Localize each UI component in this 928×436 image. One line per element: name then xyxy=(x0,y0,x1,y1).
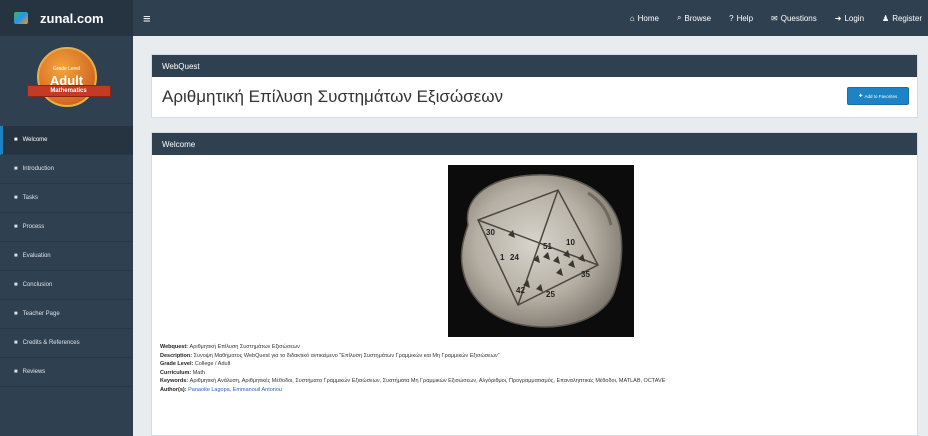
sidebar-item-credits[interactable]: ■ Credits & References xyxy=(0,329,133,358)
svg-text:24: 24 xyxy=(510,253,519,262)
grade-level-badge: Grade Level Adult Mathematics xyxy=(26,47,111,107)
nav-home-label: Home xyxy=(637,13,659,23)
add-to-favorites-label: Add to Favorites xyxy=(864,93,898,99)
brand[interactable]: zunal.com xyxy=(0,0,133,36)
bars-icon: ■ xyxy=(14,311,18,317)
clay-tablet-illustration: 30 1 24 51 10 42 25 35 xyxy=(460,174,623,328)
sidebar-item-teacher-page[interactable]: ■ Teacher Page xyxy=(0,300,133,329)
meta-label: Grade Level: xyxy=(160,361,194,367)
nav-register-link[interactable]: ♟ Register xyxy=(882,14,922,23)
badge-top-text: Grade Level xyxy=(52,66,81,72)
grade-badge-area: Grade Level Adult Mathematics xyxy=(0,36,133,118)
sidebar-item-label: Reviews xyxy=(22,369,46,375)
zunal-logo-icon xyxy=(14,12,28,24)
sidebar-item-process[interactable]: ■ Process xyxy=(0,213,133,242)
bars-icon: ■ xyxy=(14,253,18,259)
svg-text:51: 51 xyxy=(543,242,552,251)
meta-value: Αριθμητική Επίλυση Συστημάτων Εξισώσεων xyxy=(189,344,300,350)
sidebar-item-reviews[interactable]: ■ Reviews xyxy=(0,358,133,387)
comments-icon: ✉ xyxy=(771,13,778,23)
meta-value: Συνοψη Μαθήματος WebQuest για το διδακτι… xyxy=(193,352,500,359)
webquest-panel: WebQuest Αριθμητική Επίλυση Συστημάτων Ε… xyxy=(151,54,918,118)
meta-label: Author(s): xyxy=(160,386,187,393)
tablet-image: 30 1 24 51 10 42 25 35 xyxy=(448,165,634,337)
meta-label: Description: xyxy=(160,352,193,359)
badge-ribbon: Mathematics xyxy=(26,85,111,97)
plus-icon: ✚ xyxy=(858,93,863,98)
meta-grade-row: Grade Level: College / Adult xyxy=(160,360,900,369)
meta-authors-row: Author(s): Panaoite Lagopa, Emmanouil An… xyxy=(160,386,900,395)
nav-questions-link[interactable]: ✉ Questions xyxy=(771,14,817,23)
search-icon: ⌕ xyxy=(676,13,682,22)
svg-text:25: 25 xyxy=(546,290,555,299)
sidebar-item-welcome[interactable]: ■ Welcome xyxy=(0,126,133,155)
nav-help-label: Help xyxy=(736,13,754,23)
bars-icon: ■ xyxy=(14,340,18,346)
webquest-meta: Webquest: Αριθμητική Επίλυση Συστημάτων … xyxy=(160,343,900,394)
top-navbar: zunal.com ≡ ⌂ Home ⌕ Browse ? Help ✉ Questio… xyxy=(0,0,928,36)
meta-webquest-row: Webquest: Αριθμητική Επίλυση Συστημάτων … xyxy=(160,343,900,352)
bars-icon: ■ xyxy=(14,282,18,288)
nav-login-link[interactable]: ➜ Login xyxy=(835,14,864,23)
menu-toggle-icon[interactable]: ≡ xyxy=(143,11,151,26)
svg-text:35: 35 xyxy=(581,270,590,279)
bars-icon: ■ xyxy=(14,137,18,143)
page-title: Αριθμητική Επίλυση Συστημάτων Εξισώσεων xyxy=(162,87,503,106)
panel-body: Αριθμητική Επίλυση Συστημάτων Εξισώσεων … xyxy=(152,77,917,117)
sidebar-item-conclusion[interactable]: ■ Conclusion xyxy=(0,271,133,300)
panel-header: Welcome xyxy=(152,133,917,155)
sidebar-item-label: Teacher Page xyxy=(22,311,60,317)
sidebar-item-introduction[interactable]: ■ Introduction xyxy=(0,155,133,184)
sidebar-item-label: Conclusion xyxy=(22,282,53,288)
welcome-panel: Welcome 30 1 24 51 10 42 25 35 Webquest:… xyxy=(151,132,918,436)
sidebar-item-label: Introduction xyxy=(22,166,54,172)
nav-help-link[interactable]: ? Help xyxy=(729,14,753,23)
meta-keywords-row: Keywords: Αριθμητική Ανάλυση, Αριθμητικέ… xyxy=(160,377,900,386)
meta-value: Math xyxy=(192,369,205,376)
meta-value: Αριθμητική Ανάλυση, Αριθμητικές Μέθοδοι,… xyxy=(189,378,666,384)
svg-text:10: 10 xyxy=(566,238,575,247)
bars-icon: ■ xyxy=(14,195,18,201)
sidebar-item-tasks[interactable]: ■ Tasks xyxy=(0,184,133,213)
bars-icon: ■ xyxy=(14,369,18,375)
nav-browse-link[interactable]: ⌕ Browse xyxy=(677,13,711,23)
login-icon: ➜ xyxy=(834,13,842,23)
authors-link[interactable]: Panaoite Lagopa, Emmanouil Antonou xyxy=(188,387,282,393)
add-to-favorites-button[interactable]: ✚ Add to Favorites xyxy=(847,87,909,105)
nav-browse-label: Browse xyxy=(684,13,712,23)
bars-icon: ■ xyxy=(14,224,18,230)
nav-login-label: Login xyxy=(844,13,865,23)
help-icon: ? xyxy=(729,13,734,23)
sidebar: Grade Level Adult Mathematics ■ Welcome ■… xyxy=(0,36,133,436)
sidebar-item-label: Evaluation xyxy=(22,253,51,259)
bars-icon: ■ xyxy=(14,166,18,172)
brand-name: zunal.com xyxy=(40,10,104,26)
home-icon: ⌂ xyxy=(629,13,635,23)
sidebar-item-evaluation[interactable]: ■ Evaluation xyxy=(0,242,133,271)
meta-curriculum-row: Curriculum: Math xyxy=(160,369,900,378)
nav-home-link[interactable]: ⌂ Home xyxy=(630,14,659,23)
svg-text:1: 1 xyxy=(500,253,505,262)
nav-register-label: Register xyxy=(892,13,922,23)
register-icon: ♟ xyxy=(882,13,890,23)
nav-questions-label: Questions xyxy=(780,13,817,23)
sidebar-nav: ■ Welcome ■ Introduction ■ Tasks ■ Process ■… xyxy=(0,126,133,387)
meta-description-row: Description: Συνοψη Μαθήματος WebQuest γ… xyxy=(160,352,900,361)
meta-label: Curriculum: xyxy=(160,369,192,376)
sidebar-item-label: Process xyxy=(22,224,45,230)
svg-text:30: 30 xyxy=(486,228,495,237)
svg-text:42: 42 xyxy=(516,286,525,295)
panel-header: WebQuest xyxy=(152,55,917,77)
sidebar-item-label: Credits & References xyxy=(22,340,80,346)
top-nav-links: ⌂ Home ⌕ Browse ? Help ✉ Questions ➜ Login ♟ R… xyxy=(612,13,928,23)
sidebar-item-label: Tasks xyxy=(22,195,38,201)
meta-value: College / Adult xyxy=(194,361,231,367)
meta-label: Webquest: xyxy=(160,344,189,350)
meta-label: Keywords: xyxy=(160,378,189,384)
main-content: WebQuest Αριθμητική Επίλυση Συστημάτων Ε… xyxy=(133,36,928,436)
sidebar-item-label: Welcome xyxy=(22,137,48,143)
